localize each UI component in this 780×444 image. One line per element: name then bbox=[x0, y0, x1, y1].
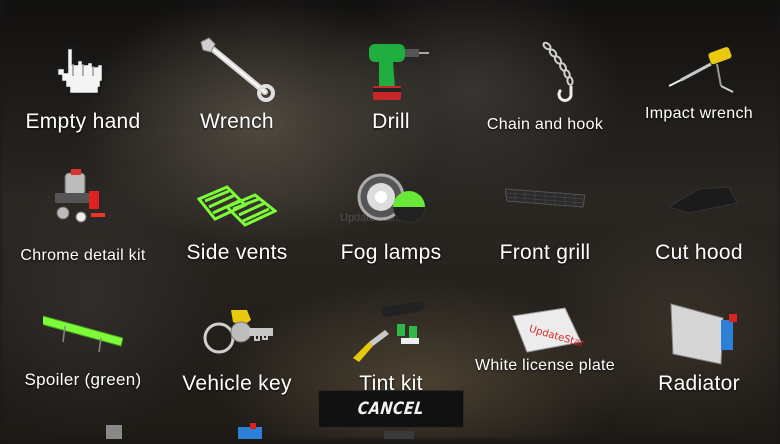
item-label: Front grill bbox=[499, 241, 591, 264]
cut-hood-icon bbox=[659, 167, 739, 235]
item-label: White license plate bbox=[475, 357, 615, 374]
partial-item-icon bbox=[232, 419, 272, 439]
item-spoiler-green[interactable]: Spoiler (green) bbox=[5, 284, 161, 415]
wrench-icon bbox=[197, 36, 277, 104]
item-front-grill[interactable]: Front grill bbox=[467, 153, 623, 284]
hand-pointer-icon bbox=[43, 36, 123, 104]
chain-hook-icon bbox=[505, 36, 585, 104]
item-vehicle-key[interactable]: Vehicle key bbox=[159, 284, 315, 415]
side-vents-icon bbox=[197, 167, 277, 235]
partial-item-icon bbox=[92, 419, 132, 439]
item-white-license-plate[interactable]: UpdateStar White license plate bbox=[467, 284, 623, 415]
item-label: Drill bbox=[372, 110, 410, 133]
tint-kit-icon bbox=[351, 298, 431, 366]
item-label: Impact wrench bbox=[645, 105, 753, 122]
item-label: Chain and hook bbox=[486, 116, 604, 133]
item-label: Cut hood bbox=[655, 241, 743, 264]
item-drill[interactable]: Drill bbox=[313, 22, 469, 153]
front-grill-icon bbox=[505, 167, 585, 235]
item-label: Spoiler (green) bbox=[24, 370, 142, 389]
item-side-vents[interactable]: Side vents bbox=[159, 153, 315, 284]
item-chrome-detail-kit[interactable]: Chrome detail kit bbox=[5, 153, 161, 284]
item-cut-hood[interactable]: Cut hood bbox=[621, 153, 777, 284]
item-label: Empty hand bbox=[25, 110, 141, 133]
item-label: Chrome detail kit bbox=[20, 247, 146, 264]
cancel-label: CANCEL bbox=[356, 399, 426, 419]
item-label: Fog lamps bbox=[340, 241, 442, 264]
radiator-icon bbox=[659, 298, 739, 366]
item-label: Side vents bbox=[186, 241, 288, 264]
item-chain-and-hook[interactable]: Chain and hook bbox=[467, 22, 623, 153]
chrome-detail-kit-icon bbox=[43, 167, 123, 235]
item-wrench[interactable]: Wrench bbox=[159, 22, 315, 153]
cancel-button[interactable]: CANCEL bbox=[318, 390, 464, 428]
fog-lamps-icon bbox=[351, 167, 431, 235]
spoiler-icon bbox=[43, 298, 123, 366]
vehicle-key-icon bbox=[197, 298, 277, 366]
item-empty-hand[interactable]: Empty hand bbox=[5, 22, 161, 153]
item-label: Radiator bbox=[658, 372, 740, 395]
item-selection-grid: Empty hand Wrench Drill Chain and hook I… bbox=[0, 0, 780, 439]
item-label: Wrench bbox=[200, 110, 274, 133]
drill-icon bbox=[351, 36, 431, 104]
impact-wrench-icon bbox=[659, 36, 739, 104]
item-radiator[interactable]: Radiator bbox=[621, 284, 777, 415]
item-fog-lamps[interactable]: Fog lamps bbox=[313, 153, 469, 284]
item-label: Vehicle key bbox=[182, 372, 292, 395]
item-impact-wrench[interactable]: Impact wrench bbox=[621, 22, 777, 153]
